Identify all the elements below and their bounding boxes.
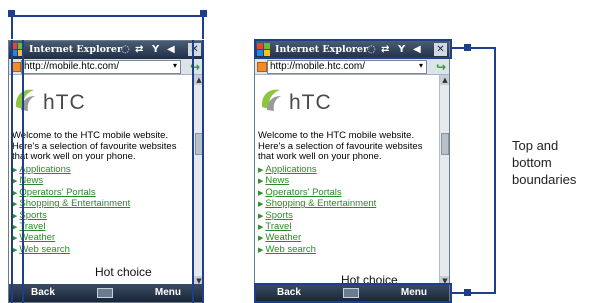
side-boundary-bracket-top <box>11 15 204 39</box>
connectivity-icon[interactable]: ◌ <box>121 43 130 57</box>
title-bar: Internet Explorer ◌ ⇄ Y ◀ ✕ <box>9 41 203 59</box>
softkey-bar: Back Menu <box>9 284 203 302</box>
page-icon <box>257 62 267 72</box>
link-sports[interactable]: Sports <box>265 210 292 221</box>
back-softkey[interactable]: Back <box>31 287 55 298</box>
callout-endpoint-marker <box>464 289 471 296</box>
link-travel[interactable]: Travel <box>265 221 291 232</box>
callout-endpoint-marker <box>464 44 471 51</box>
htc-logo: hTC <box>259 85 379 119</box>
bracket-endpoint-marker <box>200 10 207 17</box>
link-operators-portals[interactable]: Operators' Portals <box>19 187 95 198</box>
link-applications[interactable]: Applications <box>19 164 70 175</box>
bracket-endpoint-marker <box>8 10 15 17</box>
welcome-line: Welcome to the HTC mobile website. <box>12 130 169 141</box>
callout-line-top <box>452 47 496 49</box>
scroll-thumb[interactable] <box>441 133 449 155</box>
browser-screenshot-right: Internet Explorer ◌ ⇄ Y ◀ ✕ http://mobil… <box>254 40 450 303</box>
scroll-up-icon[interactable]: ▲ <box>440 75 449 85</box>
address-input[interactable]: http://mobile.htc.com/ <box>267 60 427 74</box>
right-boundary-highlight <box>192 40 204 303</box>
list-item: ▶ Web search <box>12 243 70 255</box>
go-arrow-icon[interactable]: ↪ <box>435 60 447 74</box>
htc-swirl-icon <box>261 89 281 111</box>
sync-icon[interactable]: ⇄ <box>135 43 143 57</box>
signal-icon[interactable]: Y <box>152 43 159 57</box>
chevron-down-icon[interactable]: ▾ <box>173 61 177 70</box>
hot-choice-heading: Hot choice <box>95 265 152 279</box>
welcome-line: that work well on your phone. <box>258 151 382 162</box>
link-operators-portals[interactable]: Operators' Portals <box>265 187 341 198</box>
link-news[interactable]: News <box>265 175 289 186</box>
web-content: hTC Welcome to the HTC mobile website. H… <box>9 75 193 286</box>
link-shopping[interactable]: Shopping & Entertainment <box>265 198 376 209</box>
address-bar: http://mobile.htc.com/ ▾ ↪ <box>255 59 449 75</box>
logo-text: hTC <box>43 91 86 114</box>
link-applications[interactable]: Applications <box>265 164 316 175</box>
callout-line-vertical <box>494 47 496 294</box>
web-content: hTC Welcome to the HTC mobile website. H… <box>255 75 439 286</box>
top-boundary-highlight <box>254 39 452 59</box>
left-boundary-highlight <box>11 40 24 303</box>
welcome-text: Welcome to the HTC mobile website. Here'… <box>12 130 192 163</box>
logo-text: hTC <box>289 91 332 114</box>
link-list: ▶ Applications ▶ News ▶ Operators' Portals … <box>258 164 376 256</box>
chevron-down-icon[interactable]: ▾ <box>419 61 423 70</box>
keyboard-icon[interactable] <box>97 288 113 298</box>
callout-line-bottom <box>452 292 496 294</box>
link-weather[interactable]: Weather <box>19 232 55 243</box>
welcome-text: Welcome to the HTC mobile website. Here'… <box>258 130 438 163</box>
htc-logo: hTC <box>13 85 133 119</box>
browser-screenshot-left: Internet Explorer ◌ ⇄ Y ◀ ✕ http://mobil… <box>8 40 204 303</box>
volume-icon[interactable]: ◀ <box>167 43 175 57</box>
app-title: Internet Explorer <box>29 44 122 55</box>
link-shopping[interactable]: Shopping & Entertainment <box>19 198 130 209</box>
vertical-scrollbar[interactable]: ▲ ▼ <box>439 75 449 286</box>
callout-label: Top and bottom boundaries <box>512 138 577 187</box>
link-web-search[interactable]: Web search <box>19 244 70 255</box>
address-bar: http://mobile.htc.com/ ▾ ↪ <box>9 59 203 75</box>
address-input[interactable]: http://mobile.htc.com/ <box>21 60 181 74</box>
welcome-line: that work well on your phone. <box>12 151 136 162</box>
menu-softkey[interactable]: Menu <box>155 287 181 298</box>
link-weather[interactable]: Weather <box>265 232 301 243</box>
bottom-boundary-highlight <box>254 283 452 303</box>
list-item: ▶ Web search <box>258 243 316 255</box>
welcome-line: Welcome to the HTC mobile website. <box>258 130 415 141</box>
link-list: ▶ Applications ▶ News ▶ Operators' Portals … <box>12 164 130 256</box>
link-web-search[interactable]: Web search <box>265 244 316 255</box>
